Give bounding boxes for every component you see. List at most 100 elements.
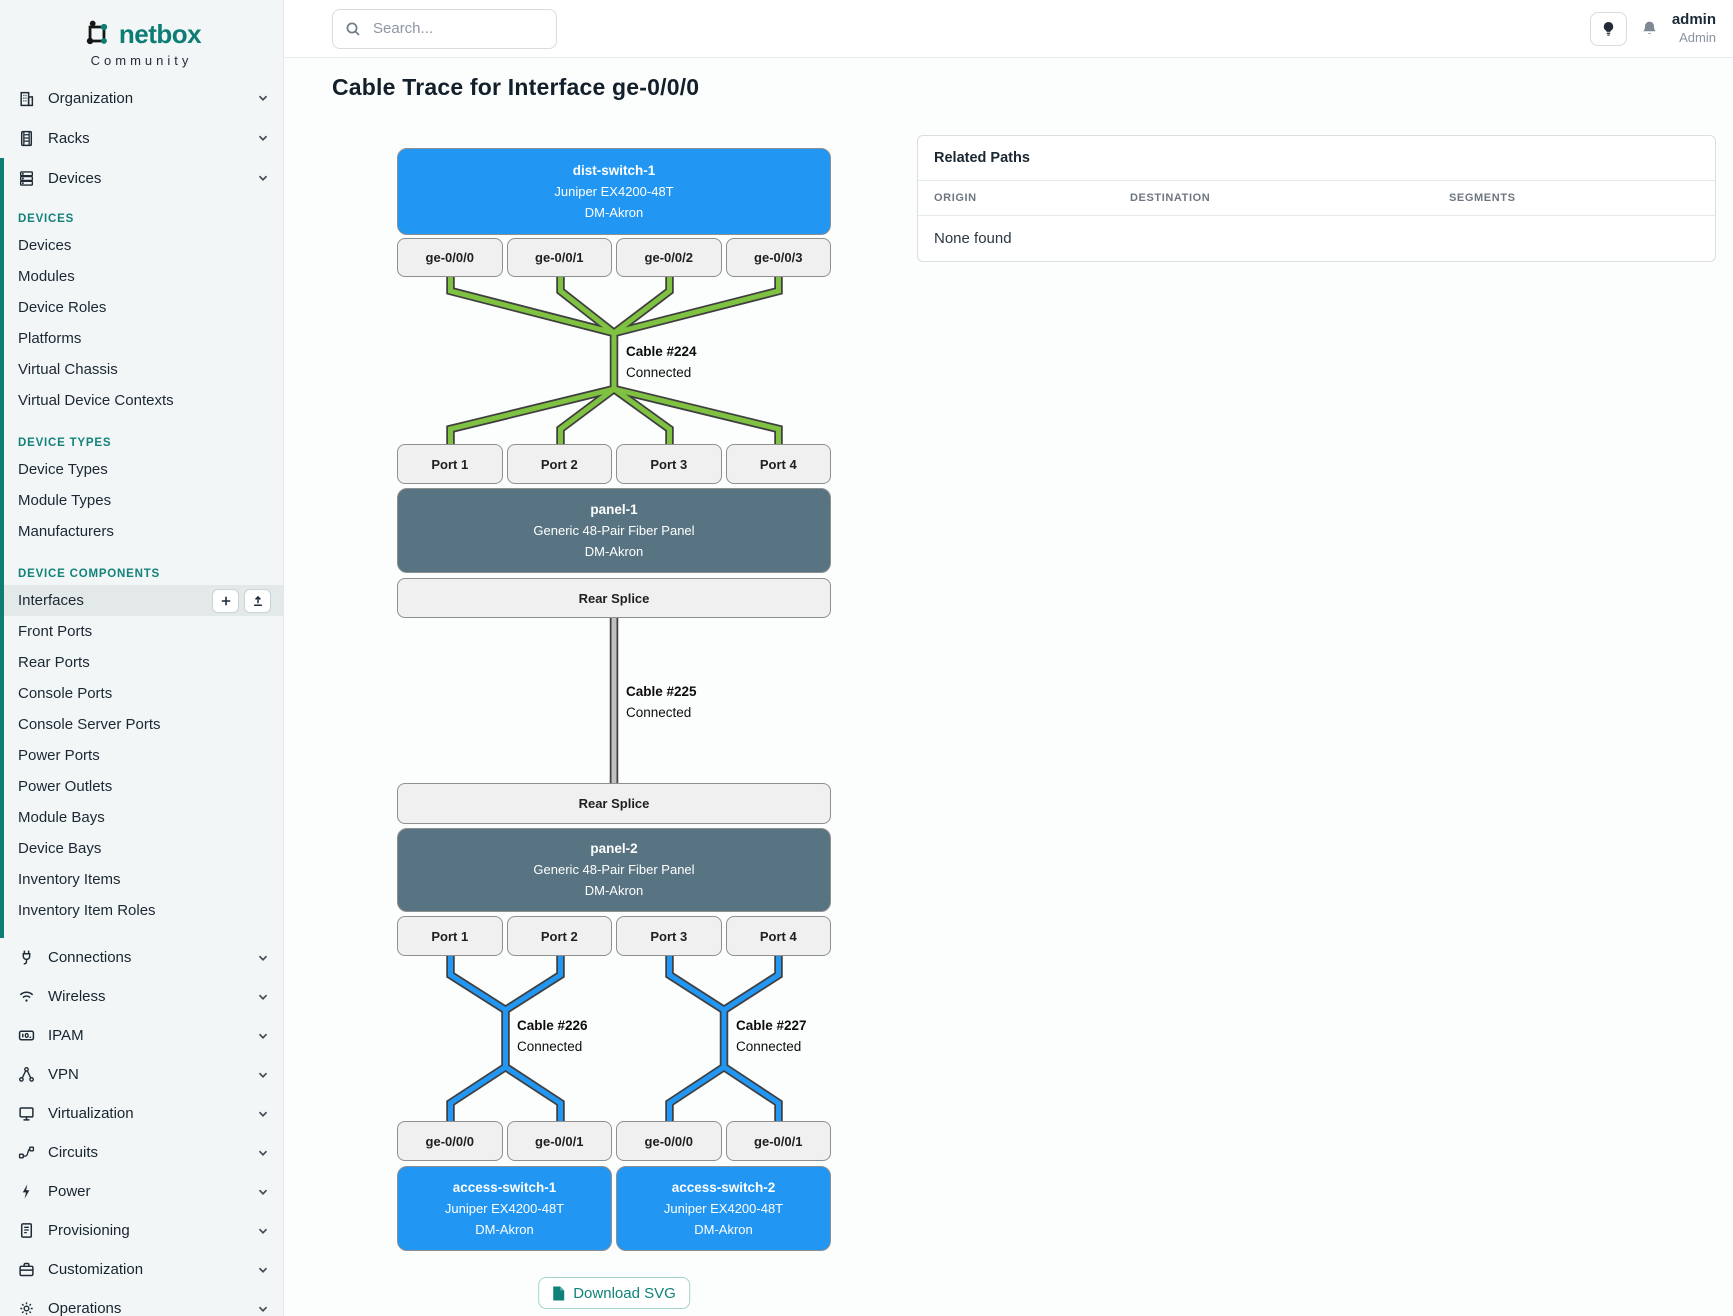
port-box[interactable]: Port 4 — [726, 444, 832, 484]
sidebar-item[interactable]: Console Server Ports — [0, 709, 283, 740]
sidebar-item[interactable]: Virtual Device Contexts — [0, 385, 283, 416]
cable-227-label[interactable]: Cable #227 Connected — [736, 1018, 807, 1054]
device-node-panel-1[interactable]: panel-1 Generic 48-Pair Fiber Panel DM-A… — [397, 488, 831, 573]
interface-box[interactable]: ge-0/0/2 — [616, 238, 722, 277]
port-box[interactable]: Port 3 — [616, 444, 722, 484]
related-paths-empty-row: None found — [918, 216, 1715, 261]
sidebar-item[interactable]: Device Bays — [0, 833, 283, 864]
sidebar-item[interactable]: Module Types — [0, 485, 283, 516]
sidebar-group-organization[interactable]: Organization — [0, 78, 283, 118]
cable-225-label[interactable]: Cable #225 Connected — [626, 684, 697, 720]
interface-box[interactable]: ge-0/0/3 — [726, 238, 832, 277]
rear-splice-box-bottom[interactable]: Rear Splice — [397, 783, 831, 824]
sidebar-group-label: Customization — [48, 1261, 143, 1278]
provisioning-icon — [18, 1222, 35, 1239]
user-menu[interactable]: admin Admin — [1672, 11, 1716, 46]
sidebar-item[interactable]: Modules — [0, 261, 283, 292]
column-header: DESTINATION — [1130, 192, 1449, 204]
chevron-down-icon — [257, 1147, 269, 1159]
topbar: admin Admin — [284, 0, 1733, 58]
chevron-down-icon — [257, 1030, 269, 1042]
sidebar-section-device-types-items: Device TypesModule TypesManufacturers — [0, 454, 283, 547]
sidebar-group-ipam[interactable]: IPAM — [0, 1016, 283, 1055]
sidebar-item[interactable]: Device Roles — [0, 292, 283, 323]
interface-box[interactable]: ge-0/0/0 — [616, 1121, 722, 1161]
sidebar-group-virtualization[interactable]: Virtualization — [0, 1094, 283, 1133]
connections-icon — [18, 949, 35, 966]
sidebar-group-customization[interactable]: Customization — [0, 1250, 283, 1289]
dist-interface-row: ge-0/0/0ge-0/0/1ge-0/0/2ge-0/0/3 — [397, 238, 831, 277]
sidebar-item[interactable]: Module Bays — [0, 802, 283, 833]
chevron-down-icon — [257, 132, 269, 144]
netbox-app: netbox Community Organization — [0, 0, 1733, 1316]
port-box[interactable]: Port 2 — [507, 444, 613, 484]
sidebar-item[interactable]: Platforms — [0, 323, 283, 354]
user-role: Admin — [1672, 30, 1716, 46]
sidebar-item[interactable]: Power Outlets — [0, 771, 283, 802]
sidebar-item[interactable]: Console Ports — [0, 678, 283, 709]
sidebar-item[interactable]: Manufacturers — [0, 516, 283, 547]
port-box[interactable]: Port 4 — [726, 916, 832, 956]
search-input[interactable] — [371, 19, 574, 38]
sidebar-item[interactable]: Rear Ports — [0, 647, 283, 678]
chevron-down-icon — [257, 1069, 269, 1081]
sidebar-item[interactable]: Interfaces — [0, 585, 283, 616]
sidebar-group-label: VPN — [48, 1066, 79, 1083]
dark-mode-toggle-button[interactable] — [1590, 12, 1627, 46]
sidebar-group-label: Circuits — [48, 1144, 98, 1161]
sidebar-group-label: IPAM — [48, 1027, 84, 1044]
sidebar-group-connections[interactable]: Connections — [0, 938, 283, 977]
related-paths-column-headers: ORIGINDESTINATIONSEGMENTS — [918, 181, 1715, 216]
sidebar-group-devices[interactable]: Devices — [0, 158, 283, 198]
sidebar-group-operations[interactable]: Operations — [0, 1289, 283, 1316]
sidebar-item[interactable]: Virtual Chassis — [0, 354, 283, 385]
sidebar-group-provisioning[interactable]: Provisioning — [0, 1211, 283, 1250]
device-node-panel-2[interactable]: panel-2 Generic 48-Pair Fiber Panel DM-A… — [397, 828, 831, 912]
chevron-down-icon — [257, 1303, 269, 1315]
sidebar-group-racks[interactable]: Racks — [0, 118, 283, 158]
device-node-access-switch-2[interactable]: access-switch-2 Juniper EX4200-48T DM-Ak… — [616, 1166, 831, 1251]
sidebar-group-power[interactable]: Power — [0, 1172, 283, 1211]
notifications-bell-icon[interactable] — [1641, 20, 1658, 37]
device-node-access-switch-1[interactable]: access-switch-1 Juniper EX4200-48T DM-Ak… — [397, 1166, 612, 1251]
port-box[interactable]: Port 2 — [507, 916, 613, 956]
interface-box[interactable]: ge-0/0/1 — [726, 1121, 832, 1161]
sidebar-group-label: Operations — [48, 1300, 121, 1316]
interface-box[interactable]: ge-0/0/0 — [397, 1121, 503, 1161]
download-svg-button[interactable]: Download SVG — [538, 1277, 690, 1309]
sidebar-group-wireless[interactable]: Wireless — [0, 977, 283, 1016]
sidebar-item[interactable]: Power Ports — [0, 740, 283, 771]
sidebar-devices-panel: DEVICES DevicesModulesDevice RolesPlatfo… — [0, 198, 283, 938]
access2-interfaces: ge-0/0/0ge-0/0/1 — [616, 1121, 831, 1161]
sidebar-group-label: Connections — [48, 949, 131, 966]
sidebar-item[interactable]: Device Types — [0, 454, 283, 485]
interface-box[interactable]: ge-0/0/1 — [507, 238, 613, 277]
sidebar-group-label: Virtualization — [48, 1105, 134, 1122]
interface-box[interactable]: ge-0/0/0 — [397, 238, 503, 277]
column-header: SEGMENTS — [1449, 192, 1699, 204]
port-box[interactable]: Port 3 — [616, 916, 722, 956]
brand-logo[interactable]: netbox Community — [0, 0, 283, 78]
search-box[interactable] — [332, 9, 557, 49]
sidebar-item[interactable]: Inventory Item Roles — [0, 895, 283, 926]
add-button[interactable] — [212, 589, 239, 613]
chevron-down-icon — [257, 1264, 269, 1276]
access1-interfaces: ge-0/0/0ge-0/0/1 — [397, 1121, 612, 1161]
rear-splice-box-top[interactable]: Rear Splice — [397, 578, 831, 618]
port-box[interactable]: Port 1 — [397, 916, 503, 956]
device-node-dist-switch-1[interactable]: dist-switch-1 Juniper EX4200-48T DM-Akro… — [397, 148, 831, 235]
page-title: Cable Trace for Interface ge-0/0/0 — [332, 74, 699, 101]
sidebar-item[interactable]: Devices — [0, 230, 283, 261]
sidebar-item[interactable]: Inventory Items — [0, 864, 283, 895]
import-button[interactable] — [244, 589, 271, 613]
port-box[interactable]: Port 1 — [397, 444, 503, 484]
sidebar-group-circuits[interactable]: Circuits — [0, 1133, 283, 1172]
interface-box[interactable]: ge-0/0/1 — [507, 1121, 613, 1161]
active-section-accent-bar — [0, 158, 4, 938]
cable-224-label[interactable]: Cable #224 Connected — [626, 344, 697, 380]
chevron-down-icon — [257, 1108, 269, 1120]
sidebar-section-header: DEVICE COMPONENTS — [0, 563, 283, 585]
sidebar-group-vpn[interactable]: VPN — [0, 1055, 283, 1094]
cable-226-label[interactable]: Cable #226 Connected — [517, 1018, 588, 1054]
sidebar-item[interactable]: Front Ports — [0, 616, 283, 647]
